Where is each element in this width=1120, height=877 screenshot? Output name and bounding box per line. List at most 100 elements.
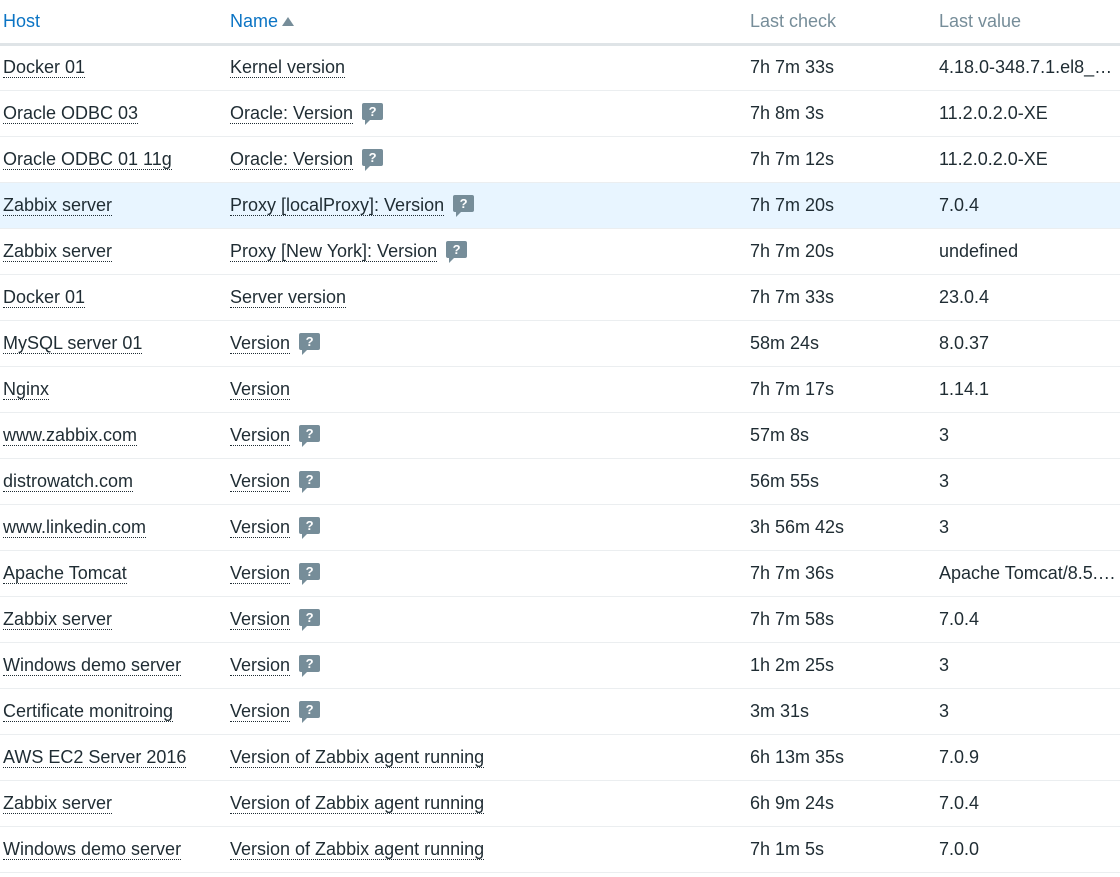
host-link[interactable]: Zabbix server	[3, 194, 113, 216]
cell-last-check: 7h 8m 3s	[750, 102, 825, 123]
sort-ascending-icon[interactable]	[282, 16, 295, 26]
cell-last-check: 7h 7m 33s	[750, 57, 835, 77]
column-header-name[interactable]: Name	[227, 0, 747, 46]
item-name-link[interactable]: Version	[230, 516, 291, 538]
cell-item-name: Version?	[227, 504, 747, 550]
cell-host: Zabbix server	[0, 780, 227, 826]
host-link[interactable]: Zabbix server	[3, 608, 113, 630]
item-name-link[interactable]: Version of Zabbix agent running	[230, 838, 485, 860]
item-name-link[interactable]: Proxy [New York]: Version	[230, 240, 438, 262]
question-hint-icon[interactable]: ?	[299, 470, 321, 493]
cell-last-value: 3	[939, 700, 950, 721]
table-row: MySQL server 01 Version? 58m 24s 8.0.37	[0, 320, 1120, 366]
table-row: Oracle ODBC 03 Oracle: Version? 7h 8m 3s 11…	[0, 90, 1120, 136]
host-link[interactable]: www.linkedin.com	[3, 516, 147, 538]
item-name-link[interactable]: Kernel version	[230, 57, 346, 78]
host-link[interactable]: Docker 01	[3, 286, 86, 308]
table-row: Zabbix server Proxy [New York]: Version? 7…	[0, 228, 1120, 274]
question-hint-icon[interactable]: ?	[362, 148, 384, 171]
cell-last-check: 7h 1m 5s	[750, 838, 825, 859]
table-row: www.zabbix.com Version? 57m 8s 3	[0, 412, 1120, 458]
cell-last-value: 8.0.37	[939, 332, 990, 353]
table-row: Windows demo server Version of Zabbix age…	[0, 826, 1120, 872]
cell-host: distrowatch.com	[0, 458, 227, 504]
table-row: www.linkedin.com Version? 3h 56m 42s 3	[0, 504, 1120, 550]
question-hint-icon[interactable]: ?	[299, 608, 321, 631]
cell-host: Oracle ODBC 03	[0, 90, 227, 136]
cell-last-value: 7.0.4	[939, 608, 980, 629]
cell-last-value: 3	[939, 516, 950, 537]
cell-last-check: 7h 7m 12s	[750, 148, 835, 169]
cell-host: Oracle ODBC 01 11g	[0, 136, 227, 182]
host-link[interactable]: MySQL server 01	[3, 332, 143, 354]
cell-host: Zabbix server	[0, 596, 227, 642]
item-name-link[interactable]: Version	[230, 562, 291, 584]
item-name-link[interactable]: Version	[230, 332, 291, 354]
host-link[interactable]: Oracle ODBC 03	[3, 102, 139, 124]
column-header-last-value: Last value	[936, 0, 1120, 46]
column-header-host[interactable]: Host	[0, 0, 227, 46]
question-hint-icon[interactable]: ?	[299, 516, 321, 539]
cell-last-check: 1h 2m 25s	[750, 654, 835, 675]
cell-item-name: Proxy [New York]: Version?	[227, 228, 747, 274]
question-hint-icon[interactable]: ?	[299, 700, 321, 723]
host-link[interactable]: Oracle ODBC 01 11g	[3, 148, 172, 170]
question-hint-icon[interactable]: ?	[446, 240, 468, 263]
question-hint-icon[interactable]: ?	[453, 194, 475, 217]
host-link[interactable]: Certificate monitroing	[3, 700, 174, 722]
question-hint-icon[interactable]: ?	[299, 332, 321, 355]
item-name-link[interactable]: Oracle: Version	[230, 102, 354, 124]
cell-item-name: Version?	[227, 550, 747, 596]
cell-last-value: 7.0.4	[939, 194, 980, 215]
cell-item-name: Version?	[227, 688, 747, 734]
item-name-link[interactable]: Version	[230, 424, 291, 446]
item-name-link[interactable]: Proxy [localProxy]: Version	[230, 194, 445, 216]
cell-item-name: Oracle: Version?	[227, 90, 747, 136]
cell-last-value: 7.0.4	[939, 792, 980, 813]
item-name-link[interactable]: Version	[230, 378, 291, 400]
item-name-link[interactable]: Version	[230, 608, 291, 630]
item-name-link[interactable]: Version	[230, 700, 291, 722]
host-link[interactable]: Zabbix server	[3, 240, 113, 262]
cell-host: Windows demo server	[0, 826, 227, 872]
cell-last-check: 57m 8s	[750, 424, 810, 445]
item-name-link[interactable]: Server version	[230, 286, 347, 308]
host-link[interactable]: AWS EC2 Server 2016	[3, 746, 187, 768]
cell-host: Docker 01	[0, 274, 227, 320]
cell-last-value: 3	[939, 424, 950, 445]
host-link[interactable]: Zabbix server	[3, 792, 113, 814]
host-link[interactable]: Windows demo server	[3, 654, 182, 676]
question-hint-icon[interactable]: ?	[299, 562, 321, 585]
question-hint-icon[interactable]: ?	[299, 424, 321, 447]
item-name-link[interactable]: Version	[230, 654, 291, 676]
table-row: AWS EC2 Server 2016 Version of Zabbix age…	[0, 734, 1120, 780]
column-header-host-label[interactable]: Host	[3, 11, 40, 31]
cell-item-name: Version?	[227, 320, 747, 366]
table-row: Apache Tomcat Version? 7h 7m 36s Apache Tom…	[0, 550, 1120, 596]
item-name-link[interactable]: Version of Zabbix agent running	[230, 746, 485, 768]
cell-last-value: 7.0.9	[939, 746, 980, 767]
cell-host: Zabbix server	[0, 182, 227, 228]
table-row: Zabbix server Version of Zabbix agent run…	[0, 780, 1120, 826]
host-link[interactable]: Nginx	[3, 378, 50, 400]
item-name-link[interactable]: Oracle: Version	[230, 148, 354, 170]
question-hint-icon[interactable]: ?	[362, 102, 384, 125]
table-body: Docker 01 Kernel version 7h 7m 33s 4.18.0-3…	[0, 44, 1120, 872]
cell-item-name: Kernel version	[227, 44, 747, 90]
cell-last-value: 11.2.0.2.0-XE	[939, 148, 1048, 169]
host-link[interactable]: www.zabbix.com	[3, 424, 138, 446]
host-link[interactable]: Docker 01	[3, 57, 86, 78]
cell-host: Windows demo server	[0, 642, 227, 688]
cell-host: Docker 01	[0, 44, 227, 90]
host-link[interactable]: Apache Tomcat	[3, 562, 127, 584]
table-row: distrowatch.com Version? 56m 55s 3	[0, 458, 1120, 504]
host-link[interactable]: Windows demo server	[3, 838, 182, 860]
table-row: Nginx Version 7h 7m 17s 1.14.1	[0, 366, 1120, 412]
host-link[interactable]: distrowatch.com	[3, 470, 134, 492]
item-name-link[interactable]: Version of Zabbix agent running	[230, 792, 485, 814]
question-hint-icon[interactable]: ?	[299, 654, 321, 677]
item-name-link[interactable]: Version	[230, 470, 291, 492]
cell-last-value: undefined	[939, 240, 1019, 261]
cell-last-value: 11.2.0.2.0-XE	[939, 102, 1048, 123]
column-header-name-label[interactable]: Name	[230, 11, 278, 31]
